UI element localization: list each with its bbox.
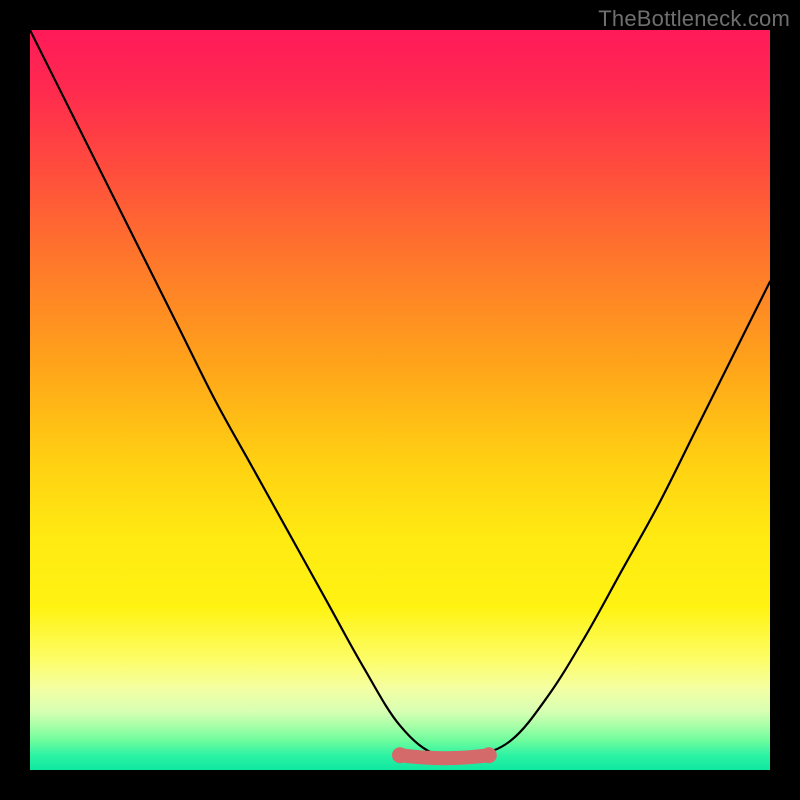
plot-area [30, 30, 770, 770]
attribution-text: TheBottleneck.com [598, 6, 790, 32]
curve-main [30, 30, 770, 758]
highlight-dot-left [392, 747, 408, 763]
curve-bottom-highlight [400, 755, 489, 758]
chart-frame: TheBottleneck.com [0, 0, 800, 800]
highlight-dot-right [481, 747, 497, 763]
bottleneck-curve [30, 30, 770, 770]
